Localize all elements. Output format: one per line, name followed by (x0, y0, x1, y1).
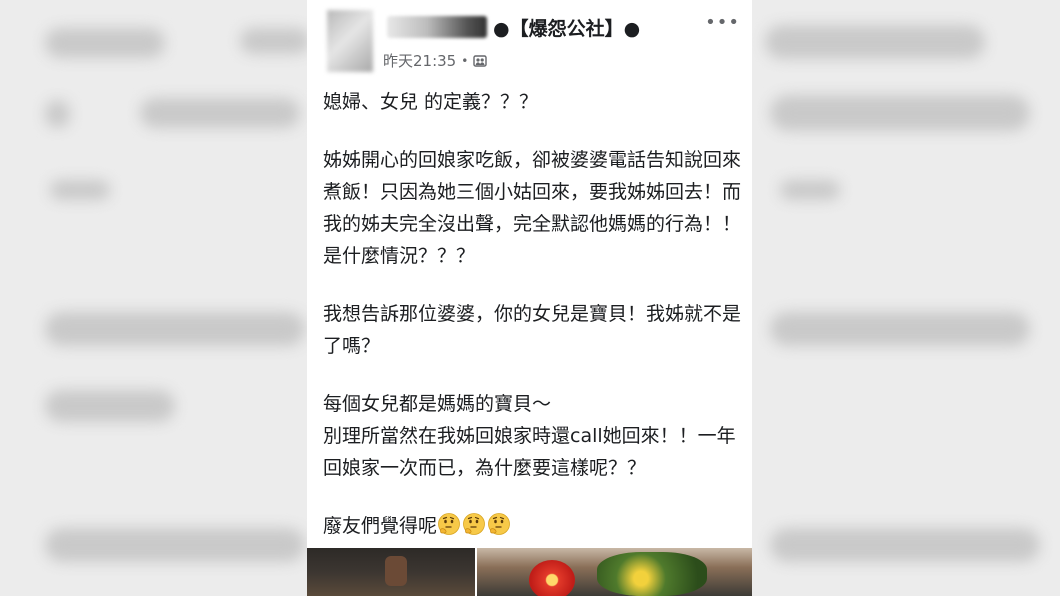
thinking-face-icon (487, 512, 511, 536)
post-last-line: 廢友們覺得呢 (323, 510, 751, 542)
post-photo-left[interactable] (307, 548, 475, 596)
food-flower-decoration (529, 560, 575, 596)
post-paragraph: 媳婦、女兒 的定義？？？ (323, 91, 539, 113)
thinking-face-icon (437, 512, 461, 536)
post-last-line-text: 廢友們覺得呢 (323, 515, 438, 537)
post-photo-right[interactable] (477, 548, 752, 596)
post-paragraph: 每個女兒都是媽媽的寶貝～ 別理所當然在我姊回娘家時還call她回來！！一年回娘家… (323, 393, 736, 479)
group-name[interactable]: ●【爆怨公社】● (493, 14, 640, 41)
post-photos[interactable] (307, 548, 752, 596)
post-paragraph: 姊姊開心的回娘家吃飯，卻被婆婆電話告知說回來煮飯！只因為她三個小姑回來，要我姊姊… (323, 149, 742, 267)
post-card: ●【爆怨公社】● ••• 昨天21:35 • 媳婦、女兒 的定義？？？ 姊姊開心… (307, 0, 752, 596)
post-body: 媳婦、女兒 的定義？？？ 姊姊開心的回娘家吃飯，卻被婆婆電話告知說回來煮飯！只因… (323, 86, 751, 542)
post-timestamp[interactable]: 昨天21:35 (383, 50, 456, 71)
avatar[interactable] (327, 10, 373, 72)
post-paragraph: 我想告訴那位婆婆，你的女兒是寶貝！我姊就不是了嗎？ (323, 303, 742, 357)
more-options-button[interactable]: ••• (705, 12, 740, 33)
post-meta: 昨天21:35 • (383, 50, 488, 71)
food-salad (597, 552, 707, 596)
author-name-blurred[interactable] (387, 16, 487, 38)
meta-separator: • (461, 53, 469, 68)
group-audience-icon (473, 54, 488, 68)
thinking-face-icon (462, 512, 486, 536)
